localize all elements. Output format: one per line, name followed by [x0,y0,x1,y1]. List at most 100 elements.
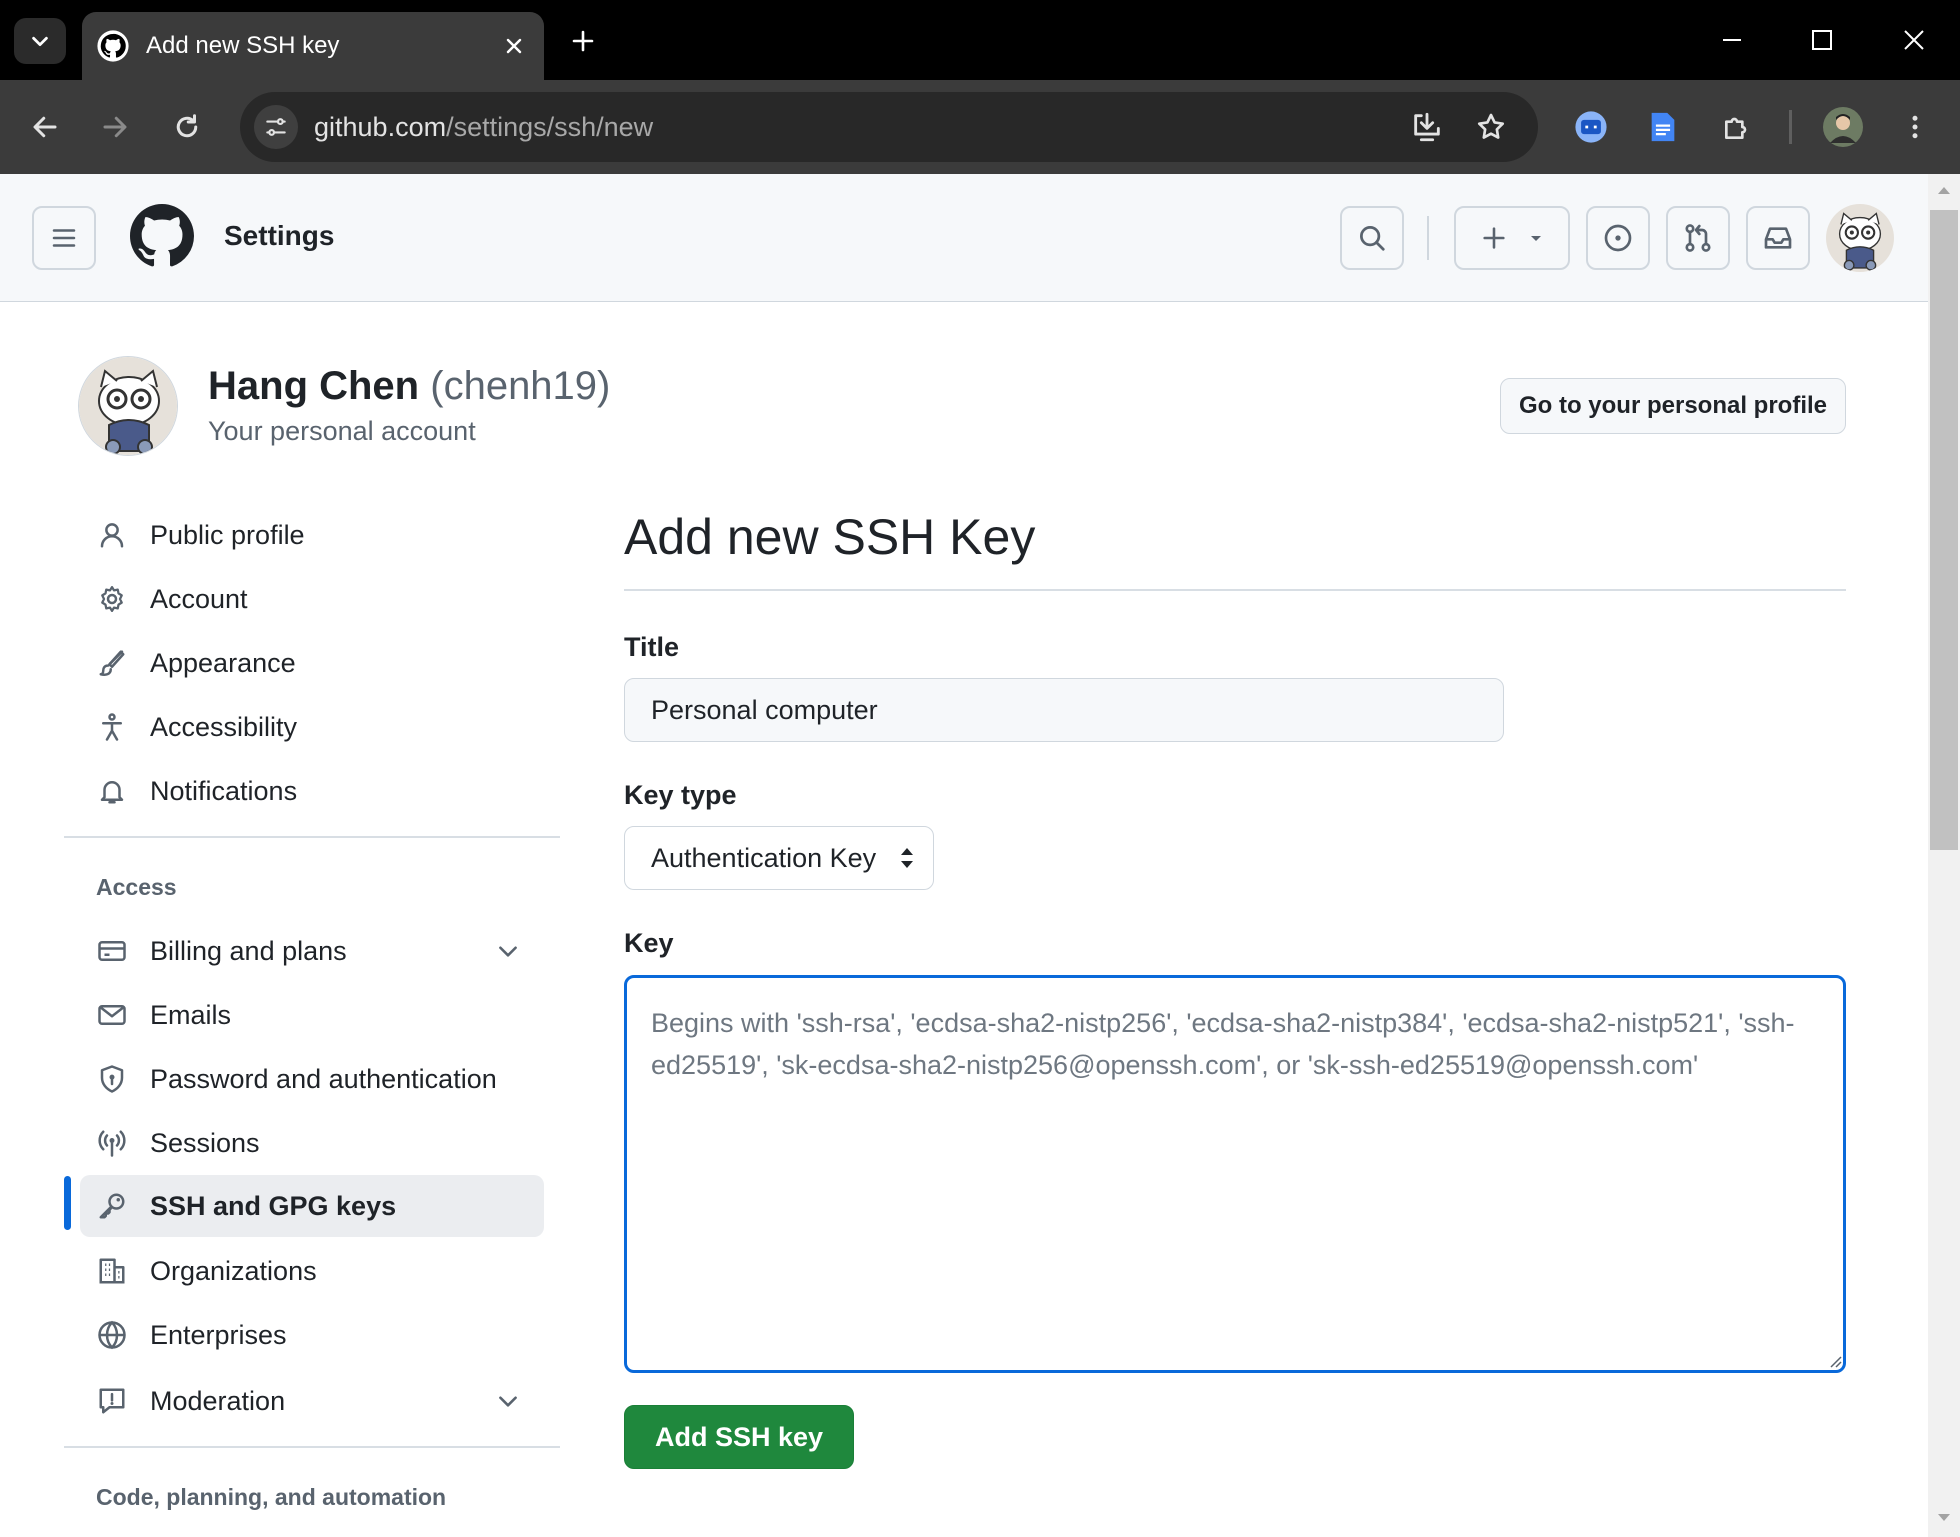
user-avatar-button[interactable] [1826,204,1894,272]
sidebar-item-notifications[interactable]: Notifications [80,760,544,822]
plus-icon [1483,227,1505,249]
title-input[interactable] [624,678,1504,742]
url-text: github.com/settings/ssh/new [314,112,653,143]
close-window-button[interactable] [1884,12,1944,68]
create-new-button[interactable] [1454,206,1570,270]
sidebar-item-appearance[interactable]: Appearance [80,632,544,694]
address-bar[interactable]: github.com/settings/ssh/new [240,92,1538,162]
pull-requests-button[interactable] [1666,206,1730,270]
title-divider [624,589,1846,591]
sidebar-item-label: Appearance [150,647,296,678]
install-icon [1414,112,1440,142]
reload-icon [176,114,198,138]
install-app-button[interactable] [1404,104,1450,150]
accessibility-icon [94,709,130,745]
key-type-selected-value: Authentication Key [651,842,877,873]
tab-search-button[interactable] [14,18,66,64]
browser-tabstrip: Add new SSH key [0,0,1960,80]
forward-button[interactable] [92,104,138,150]
profile-name: Hang Chen (chenh19) [208,364,610,409]
extensions-menu-button[interactable] [1714,104,1760,150]
sidebar-item-moderation[interactable]: Moderation [80,1370,544,1432]
sidebar-item-label: Sessions [150,1127,260,1158]
sidebar-item-label: Moderation [150,1385,286,1416]
add-ssh-key-button[interactable]: Add SSH key [624,1405,854,1469]
resize-grip-icon[interactable] [1826,1352,1842,1368]
page-scrollbar[interactable] [1928,174,1960,1537]
key-textarea[interactable] [624,975,1846,1373]
toolbar-divider [1789,110,1792,144]
browser-menu-button[interactable] [1892,104,1938,150]
key-type-label: Key type [624,780,737,810]
page-context-title[interactable]: Settings [224,220,334,252]
sidebar-heading-access: Access [96,874,177,900]
sidebar-item-account[interactable]: Account [80,568,544,630]
inbox-button[interactable] [1746,206,1810,270]
sidebar-item-sessions[interactable]: Sessions [80,1112,544,1174]
sidebar-item-accessibility[interactable]: Accessibility [80,696,544,758]
arrow-left-icon [33,116,57,138]
chevron-down-icon [32,36,48,47]
profile-display-name: Hang Chen [208,364,420,408]
broadcast-icon [94,1125,130,1161]
minimize-icon [1723,39,1741,41]
key-type-select[interactable]: Authentication Key [624,826,934,890]
chevron-down-icon[interactable] [490,933,526,969]
bookmark-button[interactable] [1468,104,1514,150]
browser-tab-active[interactable]: Add new SSH key [82,12,544,80]
url-path: /settings/ssh/new [446,111,654,142]
maximize-button[interactable] [1792,12,1852,68]
page-title: Add new SSH Key [624,509,1036,565]
arrow-right-icon [103,116,127,138]
browser-toolbar: github.com/settings/ssh/new [0,80,1960,174]
profile-avatar [78,356,178,456]
issues-button[interactable] [1586,206,1650,270]
scroll-up-button[interactable] [1934,180,1954,200]
sidebar-item-enterprises[interactable]: Enterprises [80,1304,544,1366]
search-button[interactable] [1340,206,1404,270]
open-global-nav-button[interactable] [32,206,96,270]
select-arrows-icon [901,848,913,868]
sidebar-item-billing[interactable]: Billing and plans [80,920,544,982]
git-pull-request-icon [1685,224,1711,252]
sidebar-divider [64,836,560,838]
report-icon [94,1383,130,1419]
gear-icon [94,581,130,617]
extension-translate-button[interactable] [1568,104,1614,150]
close-icon [506,38,522,54]
sidebar-item-emails[interactable]: Emails [80,984,544,1046]
site-info-button[interactable] [254,105,298,149]
chevron-down-icon[interactable] [490,1383,526,1419]
title-label: Title [624,632,680,662]
scroll-down-button[interactable] [1934,1508,1954,1528]
sidebar-item-ssh-gpg-keys[interactable]: SSH and GPG keys [80,1175,544,1237]
url-host: github.com [314,111,447,142]
organization-icon [94,1253,130,1289]
extension-docs-button[interactable] [1640,104,1686,150]
reload-button[interactable] [164,104,210,150]
sidebar-heading-code-planning: Code, planning, and automation [96,1484,447,1510]
go-to-profile-button[interactable]: Go to your personal profile [1500,378,1846,434]
sidebar-item-label: Account [150,583,248,614]
sidebar-item-organizations[interactable]: Organizations [80,1240,544,1302]
scrollbar-thumb[interactable] [1930,210,1958,850]
new-tab-button[interactable] [560,18,606,64]
tab-close-button[interactable] [494,26,534,66]
person-icon [94,517,130,553]
globe-icon [94,1317,130,1353]
browser-profile-button[interactable] [1820,104,1866,150]
sidebar-item-label: Emails [150,999,232,1030]
maximize-icon [1812,30,1832,50]
minimize-button[interactable] [1702,12,1762,68]
sidebar-item-label: Password and authentication [150,1063,497,1094]
github-logo-icon[interactable] [130,204,194,268]
sidebar-item-password-auth[interactable]: Password and authentication [80,1048,544,1110]
sidebar-item-label: Organizations [150,1255,317,1286]
header-separator [1427,216,1429,260]
octocat-avatar-icon [79,357,177,455]
back-button[interactable] [22,104,68,150]
sidebar-item-label: Enterprises [150,1319,287,1350]
sidebar-item-public-profile[interactable]: Public profile [80,504,544,566]
plus-icon [572,30,594,52]
star-icon [1477,113,1505,139]
